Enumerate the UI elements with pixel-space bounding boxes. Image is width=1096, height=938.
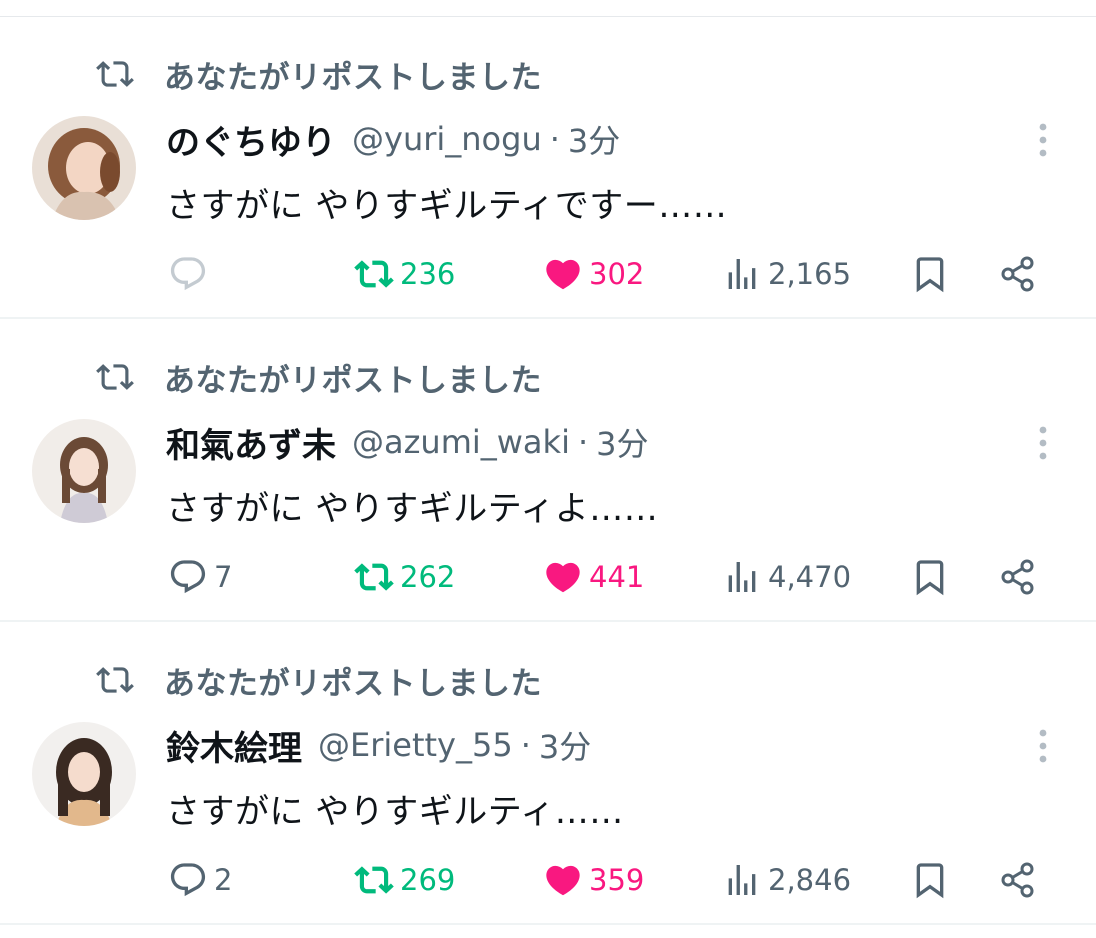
- timestamp[interactable]: 3分: [539, 722, 591, 768]
- bookmark-icon: [916, 863, 944, 899]
- share-button[interactable]: [998, 244, 1038, 304]
- social-context-label: あなたがリポストしました: [164, 362, 542, 399]
- repost-button[interactable]: 262: [354, 547, 455, 607]
- views-count: 2,165: [768, 257, 852, 291]
- reply-button[interactable]: 7: [168, 547, 232, 607]
- timestamp[interactable]: 3分: [596, 419, 648, 465]
- repost-icon: [354, 563, 394, 591]
- share-button[interactable]: [998, 547, 1038, 607]
- share-icon: [1001, 559, 1034, 595]
- tweet-text: さすがに やりすギルティですー……: [166, 186, 728, 226]
- heart-filled-icon: [546, 562, 580, 593]
- display-name[interactable]: 鈴木絵理: [166, 721, 302, 770]
- separator-dot: ·: [577, 423, 589, 461]
- repost-icon: [354, 260, 394, 288]
- action-bar: 2 269 359 2,846: [0, 850, 1096, 910]
- user-handle[interactable]: @Erietty_55: [318, 726, 513, 764]
- tweet-header: 和氣あず未 @azumi_waki · 3分: [166, 417, 649, 467]
- social-context-label: あなたがリポストしました: [164, 665, 542, 702]
- bookmark-button[interactable]: [910, 547, 950, 607]
- share-button[interactable]: [998, 850, 1038, 910]
- reply-icon: [170, 560, 206, 594]
- bookmark-icon: [916, 257, 944, 293]
- reply-button[interactable]: 2: [168, 850, 232, 910]
- tweet-card[interactable]: あなたがリポストしました 鈴木絵理 @Erietty_55 · 3分 さすがに …: [0, 622, 1096, 925]
- repost-icon: [354, 866, 394, 894]
- views-button[interactable]: 2,846: [722, 850, 851, 910]
- repost-count: 236: [400, 257, 456, 291]
- more-vertical-icon: [1039, 426, 1047, 460]
- display-name[interactable]: 和氣あず未: [166, 418, 336, 467]
- views-button[interactable]: 4,470: [722, 547, 851, 607]
- like-button[interactable]: 302: [543, 244, 644, 304]
- like-button[interactable]: 441: [543, 547, 644, 607]
- display-name[interactable]: のぐちゆり: [166, 115, 336, 164]
- social-context-label: あなたがリポストしました: [164, 59, 542, 96]
- views-chart-icon: [728, 865, 756, 895]
- timestamp[interactable]: 3分: [568, 116, 620, 162]
- tweet-header: 鈴木絵理 @Erietty_55 · 3分: [166, 720, 591, 770]
- like-button[interactable]: 359: [543, 850, 644, 910]
- views-count: 2,846: [768, 863, 852, 897]
- repost-count: 269: [400, 863, 456, 897]
- tweet-text: さすがに やりすギルティ……: [166, 792, 624, 832]
- social-context: あなたがリポストしました: [96, 355, 542, 399]
- tweet-card[interactable]: あなたがリポストしました 和氣あず未 @azumi_waki · 3分 さすがに…: [0, 319, 1096, 622]
- action-bar: 236 302 2,165: [0, 244, 1096, 304]
- repost-button[interactable]: 269: [354, 850, 455, 910]
- repost-count: 262: [400, 560, 456, 594]
- reply-icon: [170, 257, 206, 291]
- more-vertical-icon: [1039, 729, 1047, 763]
- avatar[interactable]: [32, 419, 136, 523]
- avatar[interactable]: [32, 116, 136, 220]
- share-icon: [1001, 256, 1034, 292]
- share-icon: [1001, 862, 1034, 898]
- reply-button[interactable]: [168, 244, 214, 304]
- user-handle[interactable]: @yuri_nogu: [352, 120, 542, 158]
- bookmark-button[interactable]: [910, 244, 950, 304]
- heart-filled-icon: [546, 865, 580, 896]
- user-handle[interactable]: @azumi_waki: [352, 423, 570, 461]
- views-button[interactable]: 2,165: [722, 244, 851, 304]
- action-bar: 7 262 441 4,470: [0, 547, 1096, 607]
- tweet-card[interactable]: あなたがリポストしました のぐちゆり @yuri_nogu · 3分 さすがに …: [0, 16, 1096, 319]
- like-count: 359: [589, 863, 645, 897]
- separator-dot: ·: [520, 726, 531, 764]
- views-chart-icon: [728, 562, 756, 592]
- repost-icon: [96, 364, 134, 390]
- more-button[interactable]: [1026, 726, 1060, 766]
- more-button[interactable]: [1026, 423, 1060, 463]
- tweet-header: のぐちゆり @yuri_nogu · 3分: [166, 114, 620, 164]
- more-vertical-icon: [1039, 123, 1047, 157]
- reply-count: 7: [214, 560, 233, 594]
- social-context: あなたがリポストしました: [96, 658, 542, 702]
- separator-dot: ·: [549, 120, 560, 158]
- tweet-text: さすがに やりすギルティよ……: [166, 489, 659, 529]
- views-chart-icon: [728, 259, 756, 289]
- repost-icon: [96, 61, 134, 87]
- repost-icon: [96, 667, 134, 693]
- like-count: 441: [589, 560, 645, 594]
- heart-filled-icon: [546, 259, 580, 290]
- social-context: あなたがリポストしました: [96, 52, 542, 96]
- more-button[interactable]: [1026, 120, 1060, 160]
- avatar[interactable]: [32, 722, 136, 826]
- bookmark-button[interactable]: [910, 850, 950, 910]
- like-count: 302: [589, 257, 645, 291]
- views-count: 4,470: [768, 560, 852, 594]
- reply-count: 2: [214, 863, 233, 897]
- bookmark-icon: [916, 560, 944, 596]
- reply-icon: [170, 863, 206, 897]
- repost-button[interactable]: 236: [354, 244, 455, 304]
